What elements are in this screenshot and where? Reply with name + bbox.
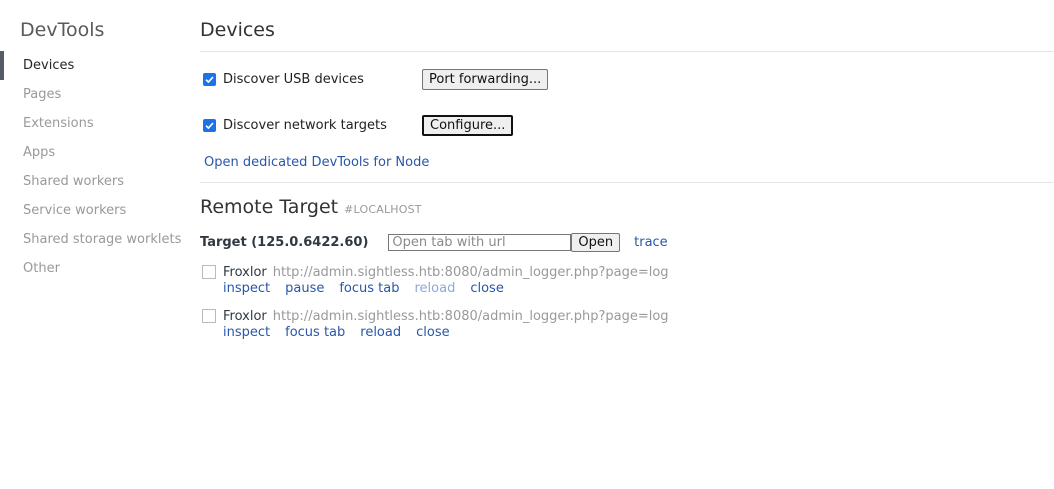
- remote-target-title: Remote Target #LOCALHOST: [200, 196, 422, 218]
- sidebar-item-devices[interactable]: Devices: [0, 51, 190, 80]
- focus-tab-link[interactable]: focus tab: [285, 325, 345, 341]
- open-button[interactable]: Open: [571, 232, 621, 252]
- open-tab-url-input[interactable]: [388, 233, 572, 251]
- inspect-link[interactable]: inspect: [223, 325, 270, 341]
- discover-network-label: Discover network targets: [223, 118, 387, 133]
- focus-tab-link[interactable]: focus tab: [339, 281, 399, 297]
- divider: [200, 182, 1054, 183]
- configure-button[interactable]: Configure...: [422, 115, 514, 136]
- sidebar-item-shared-storage-worklets[interactable]: Shared storage worklets: [0, 225, 190, 254]
- page-title: Devices: [200, 19, 275, 41]
- list-item: Froxlor http://admin.sightless.htb:8080/…: [202, 307, 669, 341]
- sidebar-item-service-workers[interactable]: Service workers: [0, 196, 190, 225]
- discover-network-checkbox[interactable]: [203, 119, 216, 132]
- open-node-devtools-link[interactable]: Open dedicated DevTools for Node: [204, 155, 429, 170]
- sidebar-item-other[interactable]: Other: [0, 254, 190, 283]
- target-label: Target (125.0.6422.60): [200, 234, 369, 250]
- check-icon: [205, 122, 214, 130]
- sidebar-nav: Devices Pages Extensions Apps Shared wor…: [0, 51, 190, 283]
- list-item: Froxlor http://admin.sightless.htb:8080/…: [202, 263, 669, 297]
- sidebar-item-shared-workers[interactable]: Shared workers: [0, 167, 190, 196]
- check-icon: [205, 76, 214, 84]
- divider: [200, 51, 1054, 52]
- page-favicon: [202, 309, 216, 323]
- reload-link[interactable]: reload: [415, 281, 456, 297]
- app-title: DevTools: [20, 19, 105, 41]
- page-name: Froxlor: [223, 308, 267, 324]
- page-url: http://admin.sightless.htb:8080/admin_lo…: [272, 264, 669, 280]
- inspect-link[interactable]: inspect: [223, 281, 270, 297]
- discover-usb-row: Discover USB devices: [203, 72, 364, 87]
- page-url: http://admin.sightless.htb:8080/admin_lo…: [272, 308, 669, 324]
- remote-target-subtitle: #LOCALHOST: [344, 203, 422, 216]
- page-name: Froxlor: [223, 264, 267, 280]
- main-content: Devices Discover USB devices Port forwar…: [200, 0, 1054, 489]
- discover-network-row: Discover network targets: [203, 118, 387, 133]
- close-link[interactable]: close: [416, 325, 449, 341]
- page-favicon: [202, 265, 216, 279]
- sidebar-item-extensions[interactable]: Extensions: [0, 109, 190, 138]
- close-link[interactable]: close: [470, 281, 503, 297]
- pause-link[interactable]: pause: [285, 281, 324, 297]
- discover-usb-label: Discover USB devices: [223, 72, 364, 87]
- trace-link[interactable]: trace: [634, 235, 668, 250]
- remote-target-heading: Remote Target: [200, 196, 339, 218]
- reload-link[interactable]: reload: [360, 325, 401, 341]
- port-forwarding-button[interactable]: Port forwarding...: [422, 69, 549, 90]
- sidebar-item-pages[interactable]: Pages: [0, 80, 190, 109]
- sidebar-item-apps[interactable]: Apps: [0, 138, 190, 167]
- discover-usb-checkbox[interactable]: [203, 73, 216, 86]
- sidebar: DevTools Devices Pages Extensions Apps S…: [0, 0, 190, 489]
- target-row: Target (125.0.6422.60) Open trace: [200, 232, 668, 252]
